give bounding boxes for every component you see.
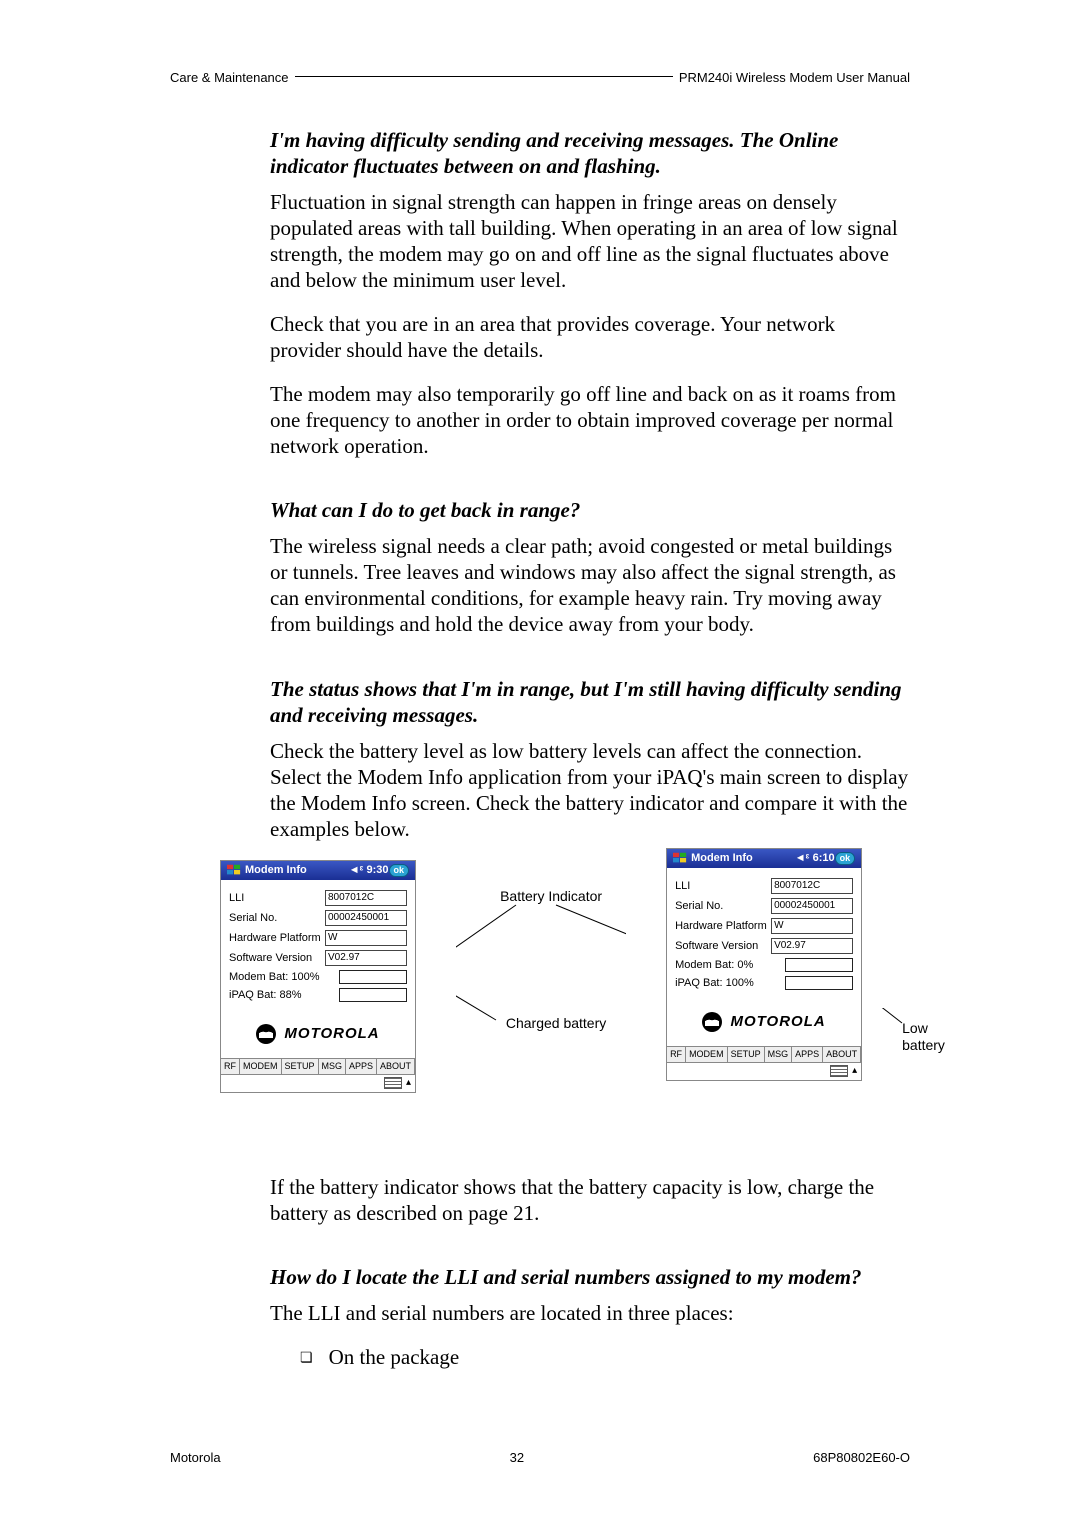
up-triangle-icon[interactable]: ▴ — [852, 1065, 857, 1077]
lli-field[interactable]: 8007012C — [325, 890, 407, 906]
device-footer: ▴ — [221, 1074, 415, 1091]
footer-center: 32 — [510, 1450, 524, 1465]
device-titlebar: Modem Info ◄ᵋ 9:30 ok — [221, 861, 415, 881]
device-right: Modem Info ◄ᵋ 6:10 ok LLI8007012C Serial… — [666, 848, 862, 1081]
device-footer: ▴ — [667, 1062, 861, 1079]
footer-right: 68P80802E60-O — [813, 1450, 910, 1465]
page-footer: Motorola 32 68P80802E60-O — [170, 1450, 910, 1465]
para: The modem may also temporarily go off li… — [270, 381, 910, 459]
serial-field[interactable]: 00002450001 — [771, 898, 853, 914]
sw-label: Software Version — [229, 952, 325, 966]
figures: Modem Info ◄ᵋ 9:30 ok LLI8007012C Serial… — [220, 860, 910, 1144]
modem-bat-label: Modem Bat: 100% — [229, 971, 339, 985]
lli-field[interactable]: 8007012C — [771, 878, 853, 894]
device-title: Modem Info — [245, 864, 349, 878]
qa-heading-2: What can I do to get back in range? — [270, 497, 910, 523]
hw-field[interactable]: W — [325, 930, 407, 946]
device-tabs: RF MODEM SETUP MSG APPS ABOUT — [221, 1058, 415, 1074]
figure-annotations: Battery Indicator Charged battery — [456, 860, 626, 1144]
annot-charged: Charged battery — [496, 1015, 616, 1032]
keyboard-icon[interactable] — [830, 1065, 848, 1077]
modem-bat-bar — [339, 970, 407, 984]
bullet-list: On the package — [270, 1344, 910, 1370]
hw-field[interactable]: W — [771, 918, 853, 934]
device-body: LLI8007012C Serial No.00002450001 Hardwa… — [221, 880, 415, 1058]
tab-apps[interactable]: APPS — [792, 1047, 823, 1062]
device-titlebar: Modem Info ◄ᵋ 6:10 ok — [667, 849, 861, 869]
footer-left: Motorola — [170, 1450, 221, 1465]
modem-bat-bar — [785, 958, 853, 972]
up-triangle-icon[interactable]: ▴ — [406, 1077, 411, 1089]
tab-rf[interactable]: RF — [667, 1047, 686, 1062]
tab-setup[interactable]: SETUP — [728, 1047, 765, 1062]
serial-field[interactable]: 00002450001 — [325, 910, 407, 926]
hw-label: Hardware Platform — [229, 932, 325, 946]
tab-msg[interactable]: MSG — [765, 1047, 793, 1062]
tab-apps[interactable]: APPS — [346, 1059, 377, 1074]
tab-msg[interactable]: MSG — [319, 1059, 347, 1074]
lli-label: LLI — [675, 880, 771, 894]
tab-about[interactable]: ABOUT — [823, 1047, 861, 1062]
tab-modem[interactable]: MODEM — [240, 1059, 282, 1074]
header-rule — [295, 64, 673, 77]
sw-label: Software Version — [675, 940, 771, 954]
modem-bat-label: Modem Bat: 0% — [675, 959, 785, 973]
para: The LLI and serial numbers are located i… — [270, 1300, 910, 1326]
motorola-brand: MOTOROLA — [229, 1024, 407, 1044]
device-tabs: RF MODEM SETUP MSG APPS ABOUT — [667, 1046, 861, 1062]
qa-heading-3: The status shows that I'm in range, but … — [270, 676, 910, 728]
content: I'm having difficulty sending and receiv… — [270, 127, 910, 1370]
ipaq-bat-label: iPAQ Bat: 88% — [229, 989, 339, 1003]
annot-low-battery-wrap: Low battery — [902, 1020, 945, 1055]
tab-setup[interactable]: SETUP — [282, 1059, 319, 1074]
page: Care & Maintenance PRM240i Wireless Mode… — [0, 0, 1080, 1535]
ok-button[interactable]: ok — [835, 852, 856, 865]
sw-field[interactable]: V02.97 — [771, 938, 853, 954]
para: Check the battery level as low battery l… — [270, 738, 910, 842]
device-time: ◄ᵋ 9:30 — [349, 864, 389, 878]
ok-button[interactable]: ok — [389, 864, 410, 877]
ipaq-bat-bar — [785, 976, 853, 990]
tab-rf[interactable]: RF — [221, 1059, 240, 1074]
para: Check that you are in an area that provi… — [270, 311, 910, 363]
hw-label: Hardware Platform — [675, 920, 771, 934]
page-header: Care & Maintenance PRM240i Wireless Mode… — [170, 70, 910, 85]
motorola-logo-icon — [256, 1024, 276, 1044]
ipaq-bat-bar — [339, 988, 407, 1002]
brand-text: MOTOROLA — [284, 1025, 379, 1044]
motorola-logo-icon — [702, 1012, 722, 1032]
ipaq-bat-label: iPAQ Bat: 100% — [675, 977, 785, 991]
para: If the battery indicator shows that the … — [270, 1174, 910, 1226]
para: Fluctuation in signal strength can happe… — [270, 189, 910, 293]
device-left: Modem Info ◄ᵋ 9:30 ok LLI8007012C Serial… — [220, 860, 416, 1093]
header-right: PRM240i Wireless Modem User Manual — [679, 70, 910, 85]
serial-label: Serial No. — [675, 900, 771, 914]
list-item: On the package — [300, 1344, 910, 1370]
device-title: Modem Info — [691, 852, 795, 866]
header-left: Care & Maintenance — [170, 70, 289, 85]
lli-label: LLI — [229, 892, 325, 906]
windows-flag-icon — [673, 852, 687, 866]
para: The wireless signal needs a clear path; … — [270, 533, 910, 637]
annot-battery-indicator: Battery Indicator — [476, 888, 626, 905]
device-time: ◄ᵋ 6:10 — [795, 852, 835, 866]
qa-heading-1: I'm having difficulty sending and receiv… — [270, 127, 910, 179]
windows-flag-icon — [227, 864, 241, 878]
qa-heading-4: How do I locate the LLI and serial numbe… — [270, 1264, 910, 1290]
sw-field[interactable]: V02.97 — [325, 950, 407, 966]
serial-label: Serial No. — [229, 912, 325, 926]
keyboard-icon[interactable] — [384, 1077, 402, 1089]
tab-about[interactable]: ABOUT — [377, 1059, 415, 1074]
tab-modem[interactable]: MODEM — [686, 1047, 728, 1062]
